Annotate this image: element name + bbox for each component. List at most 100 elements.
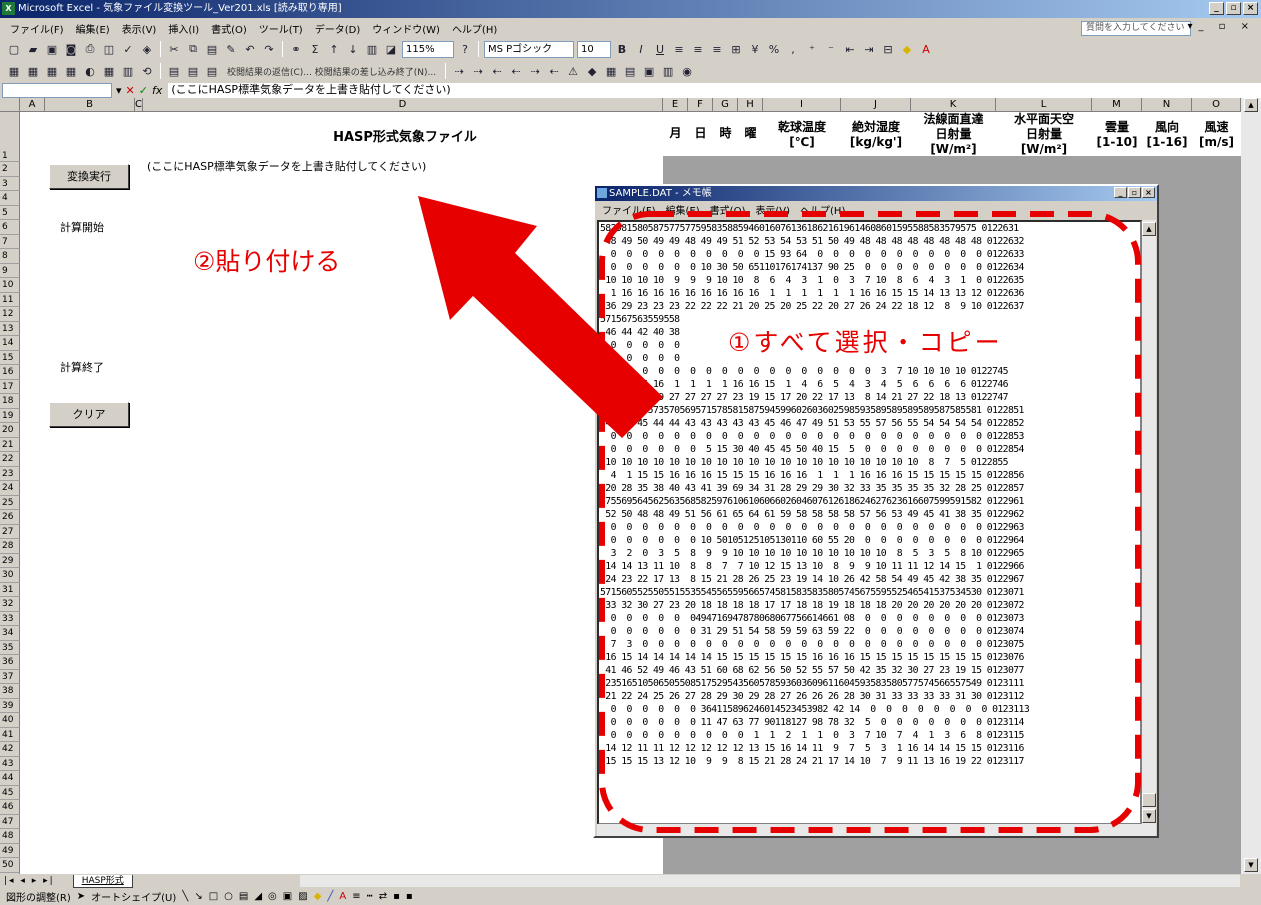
menu-window[interactable]: ウィンドウ(W) <box>366 21 446 36</box>
research-icon[interactable]: ◈ <box>139 41 155 57</box>
convert-button[interactable]: 変換実行 <box>49 164 129 189</box>
document-window-controls[interactable]: ▾_ ▫ × <box>1187 21 1255 32</box>
menu-format[interactable]: 書式(O) <box>205 21 253 36</box>
row-header[interactable]: 40 <box>0 713 20 728</box>
column-header[interactable]: E <box>663 98 688 112</box>
dash-style-icon[interactable]: ┅ <box>367 891 373 902</box>
paste-hint-cell[interactable]: (ここにHASP標準気象データを上書き貼付してください) <box>147 158 426 174</box>
notepad-menu-file[interactable]: ファイル(F) <box>597 202 661 217</box>
row-header[interactable]: 12 <box>0 307 20 322</box>
bold-icon[interactable]: B <box>614 41 630 57</box>
sheet-vertical-scrollbar[interactable]: ▲ ▼ <box>1241 98 1261 874</box>
row-header[interactable]: 49 <box>0 843 20 858</box>
row-header[interactable]: 30 <box>0 568 20 583</box>
decrease-decimal-icon[interactable]: ⁻ <box>823 41 839 57</box>
scroll-down-icon[interactable]: ▼ <box>1244 858 1258 872</box>
row-header[interactable]: 44 <box>0 771 20 786</box>
rectangle-icon[interactable]: □ <box>209 891 218 902</box>
row-header[interactable]: 16 <box>0 365 20 380</box>
copy-icon[interactable]: ⧉ <box>185 41 201 57</box>
column-header[interactable]: N <box>1142 98 1192 112</box>
row-header[interactable]: 32 <box>0 597 20 612</box>
row-header[interactable]: 14 <box>0 336 20 351</box>
wordart-icon[interactable]: ◢ <box>254 891 262 902</box>
row-header[interactable]: 46 <box>0 800 20 815</box>
row-header[interactable]: 13 <box>0 321 20 336</box>
audit-icon-8[interactable]: ◆ <box>584 63 600 79</box>
column-header[interactable]: B <box>45 98 135 112</box>
review-icon-2[interactable]: ▦ <box>25 63 41 79</box>
permission-icon[interactable]: ◙ <box>63 41 79 57</box>
row-header[interactable]: 28 <box>0 539 20 554</box>
font-color-icon[interactable]: A <box>918 41 934 57</box>
name-box[interactable] <box>2 82 112 98</box>
notepad-menu-format[interactable]: 書式(O) <box>705 202 751 217</box>
row-header[interactable]: 27 <box>0 524 20 539</box>
row-header[interactable]: 20 <box>0 423 20 438</box>
percent-icon[interactable]: % <box>766 41 782 57</box>
row-header[interactable]: 31 <box>0 582 20 597</box>
shadow-icon[interactable]: ▪ <box>393 891 400 902</box>
row-header[interactable]: 15 <box>0 350 20 365</box>
row-header[interactable]: 47 <box>0 814 20 829</box>
row-header[interactable]: 41 <box>0 727 20 742</box>
audit-icon-1[interactable]: ⇢ <box>451 63 467 79</box>
row-header[interactable]: 11 <box>0 292 20 307</box>
comment-prev-icon[interactable]: ▤ <box>204 63 220 79</box>
restore-button[interactable]: ▫ <box>1226 2 1241 15</box>
review-icon-4[interactable]: ▦ <box>63 63 79 79</box>
notepad-horizontal-scrollbar[interactable] <box>597 824 1156 836</box>
row-header[interactable]: 39 <box>0 698 20 713</box>
audit-icon-10[interactable]: ▤ <box>622 63 638 79</box>
column-header[interactable]: K <box>911 98 996 112</box>
close-button[interactable]: × <box>1243 2 1258 15</box>
new-file-icon[interactable]: ▢ <box>6 41 22 57</box>
autosum-icon[interactable]: Σ <box>307 41 323 57</box>
audit-icon-7[interactable]: ⚠ <box>565 63 581 79</box>
row-header[interactable]: 45 <box>0 785 20 800</box>
format-painter-icon[interactable]: ✎ <box>223 41 239 57</box>
chevron-down-icon[interactable]: ▾ <box>116 84 122 97</box>
cancel-icon[interactable]: ✕ <box>126 84 135 97</box>
menu-view[interactable]: 表示(V) <box>116 21 163 36</box>
oval-icon[interactable]: ○ <box>224 891 233 902</box>
print-icon[interactable]: ⎙ <box>82 41 98 57</box>
indent-icon[interactable]: ⇥ <box>861 41 877 57</box>
row-header[interactable]: 24 <box>0 481 20 496</box>
column-header[interactable]: D <box>143 98 663 112</box>
redo-icon[interactable]: ↷ <box>261 41 277 57</box>
audit-icon-4[interactable]: ⇠ <box>508 63 524 79</box>
row-header[interactable]: 42 <box>0 742 20 757</box>
row-header[interactable]: 9 <box>0 263 20 278</box>
row-header[interactable]: 33 <box>0 611 20 626</box>
audit-icon-12[interactable]: ▥ <box>660 63 676 79</box>
formula-input[interactable]: (ここにHASP標準気象データを上書き貼付してください) <box>168 82 1261 98</box>
row-header[interactable]: 10 <box>0 278 20 293</box>
3d-icon[interactable]: ▪ <box>406 891 413 902</box>
review-icon-5[interactable]: ◐ <box>82 63 98 79</box>
scroll-up-icon[interactable]: ▲ <box>1142 222 1156 236</box>
row-header[interactable]: 1 <box>0 112 20 162</box>
row-header[interactable]: 50 <box>0 858 20 873</box>
row-header[interactable]: 21 <box>0 437 20 452</box>
review-icon-1[interactable]: ▦ <box>6 63 22 79</box>
font-name-select[interactable]: MS Pゴシック <box>484 40 574 58</box>
merge-center-icon[interactable]: ⊞ <box>728 41 744 57</box>
audit-icon-5[interactable]: ⇢ <box>527 63 543 79</box>
review-reply-text[interactable]: 校閲結果の返信(C)... 校閲結果の差し込み終了(N)... <box>223 65 440 78</box>
scroll-down-icon[interactable]: ▼ <box>1142 809 1156 823</box>
fill-color-icon[interactable]: ◆ <box>314 891 322 902</box>
sheet-tab-hasp[interactable]: HASP形式 <box>72 874 133 888</box>
comma-icon[interactable]: , <box>785 41 801 57</box>
clipart-icon[interactable]: ▣ <box>283 891 292 902</box>
font-size-select[interactable]: 10 <box>577 40 611 58</box>
row-header[interactable]: 22 <box>0 452 20 467</box>
borders-icon[interactable]: ⊟ <box>880 41 896 57</box>
row-header[interactable]: 23 <box>0 466 20 481</box>
notepad-menu-view[interactable]: 表示(V) <box>750 202 795 217</box>
column-header[interactable]: O <box>1192 98 1241 112</box>
row-header[interactable]: 17 <box>0 379 20 394</box>
review-icon-7[interactable]: ▥ <box>120 63 136 79</box>
help-icon[interactable]: ? <box>457 41 473 57</box>
save-icon[interactable]: ▣ <box>44 41 60 57</box>
